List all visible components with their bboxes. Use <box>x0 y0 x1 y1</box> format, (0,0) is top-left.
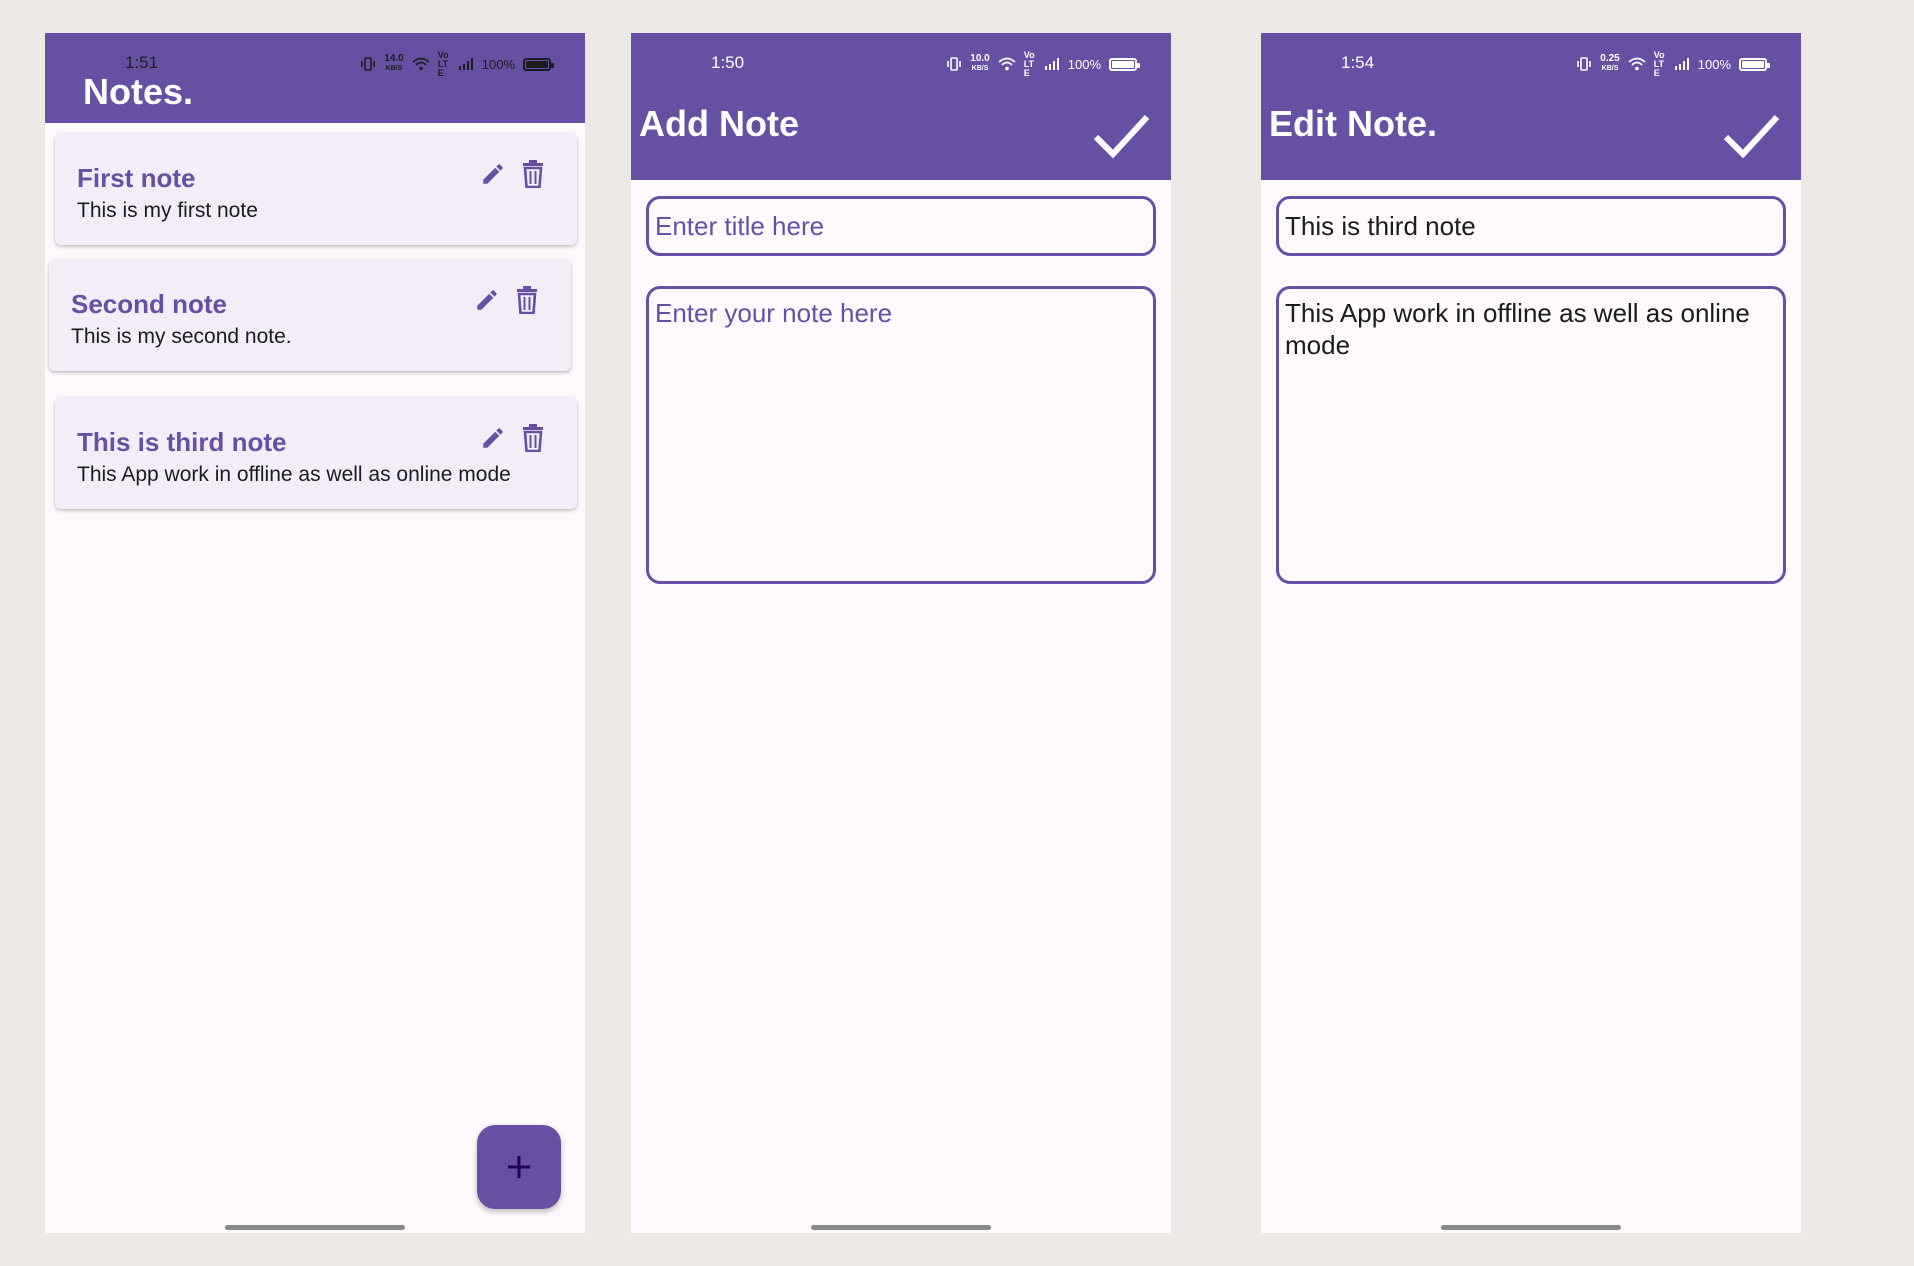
note-card[interactable]: This is third note This App work in offl… <box>55 397 577 509</box>
signal-icon <box>1044 58 1059 70</box>
status-bar: 1:54 0.25 KB/S Vo LTE 100% <box>1261 49 1801 78</box>
home-indicator[interactable] <box>811 1225 991 1230</box>
save-note-button[interactable] <box>1721 111 1781 161</box>
status-time: 1:50 <box>711 53 745 72</box>
note-body: This is my first note <box>77 199 258 222</box>
note-title: This is third note <box>77 427 287 457</box>
battery-icon <box>523 57 554 71</box>
app-bar: 1:50 10.0 KB/S Vo LTE 100% Add Note <box>631 33 1171 180</box>
page-title: Add Note <box>639 103 799 144</box>
signal-icon <box>458 58 473 70</box>
net-speed: 0.25 KB/S <box>1600 53 1620 73</box>
note-body: This is my second note. <box>71 325 292 348</box>
note-card[interactable]: Second note This is my second note. <box>49 259 571 371</box>
plus-icon <box>508 1156 530 1178</box>
app-bar: 1:51 14.0 KB/S Vo LTE 100% Notes. <box>45 33 585 123</box>
status-time: 1:54 <box>1341 53 1375 72</box>
battery-percent: 100% <box>1067 56 1101 72</box>
battery-percent: 100% <box>481 56 515 72</box>
trash-icon <box>523 424 543 452</box>
delete-note-button[interactable] <box>519 423 547 453</box>
battery-percent: 100% <box>1697 56 1731 72</box>
note-card[interactable]: First note This is my first note <box>55 133 577 245</box>
edit-note-button[interactable] <box>479 423 507 453</box>
wifi-icon <box>998 57 1016 71</box>
notes-list-screen: 1:51 14.0 KB/S Vo LTE 100% Notes. First n… <box>45 33 585 1233</box>
delete-note-button[interactable] <box>513 285 541 315</box>
home-indicator[interactable] <box>225 1225 405 1230</box>
note-body-input[interactable] <box>646 286 1156 584</box>
vibrate-icon <box>1577 57 1592 71</box>
title-input[interactable] <box>1276 196 1786 256</box>
note-title: First note <box>77 163 196 193</box>
pencil-icon <box>483 428 503 448</box>
volte-indicator: Vo LTE <box>437 49 449 78</box>
note-title: Second note <box>71 289 228 319</box>
title-input[interactable] <box>646 196 1156 256</box>
app-bar: 1:54 0.25 KB/S Vo LTE 100% Edit Note. <box>1261 33 1801 180</box>
volte-indicator: Vo LTE <box>1653 49 1665 78</box>
status-time: 1:51 <box>125 53 159 72</box>
page-title: Notes. <box>83 71 194 112</box>
edit-note-screen: 1:54 0.25 KB/S Vo LTE 100% Edit Note. Thi… <box>1261 33 1801 1233</box>
wifi-icon <box>412 57 430 71</box>
check-icon <box>1723 114 1780 159</box>
vibrate-icon <box>947 57 962 71</box>
edit-note-button[interactable] <box>479 159 507 189</box>
net-speed: 14.0 KB/S <box>384 53 404 73</box>
add-note-screen: 1:50 10.0 KB/S Vo LTE 100% Add Note <box>631 33 1171 1233</box>
vibrate-icon <box>361 57 376 71</box>
note-body-input[interactable]: This App work in offline as well as onli… <box>1276 286 1786 584</box>
edit-note-button[interactable] <box>473 285 501 315</box>
pencil-icon <box>483 164 503 184</box>
battery-icon <box>1109 57 1140 71</box>
net-speed: 10.0 KB/S <box>970 53 990 73</box>
wifi-icon <box>1628 57 1646 71</box>
volte-indicator: Vo LTE <box>1023 49 1035 78</box>
add-note-button[interactable] <box>477 1125 561 1209</box>
page-title: Edit Note. <box>1269 103 1437 144</box>
delete-note-button[interactable] <box>519 159 547 189</box>
trash-icon <box>523 160 543 188</box>
trash-icon <box>517 286 537 314</box>
check-icon <box>1093 114 1150 159</box>
pencil-icon <box>477 290 497 310</box>
signal-icon <box>1674 58 1689 70</box>
home-indicator[interactable] <box>1441 1225 1621 1230</box>
save-note-button[interactable] <box>1091 111 1151 161</box>
battery-icon <box>1739 57 1770 71</box>
status-bar: 1:50 10.0 KB/S Vo LTE 100% <box>631 49 1171 78</box>
note-body: This App work in offline as well as onli… <box>77 463 511 486</box>
